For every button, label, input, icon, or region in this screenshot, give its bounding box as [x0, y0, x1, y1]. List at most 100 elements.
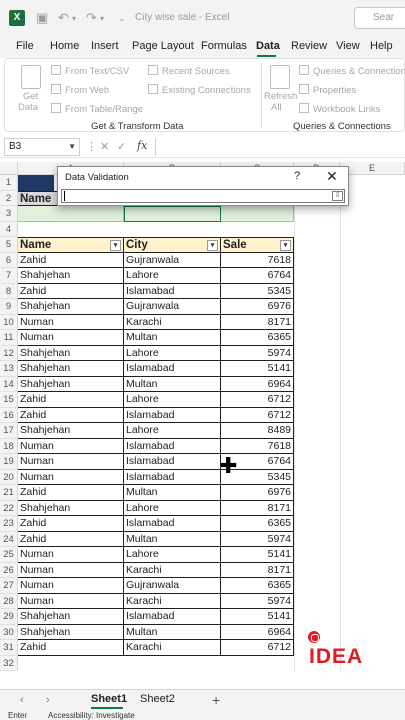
row-header-28[interactable]: 28	[0, 593, 18, 609]
tab-review[interactable]: Review	[291, 40, 327, 52]
undo-dropdown-icon[interactable]: ▾	[72, 14, 76, 23]
table-cell[interactable]: Karachi	[124, 593, 221, 609]
table-cell[interactable]: Zahid	[18, 485, 124, 501]
table-cell[interactable]: Gujranwala	[124, 252, 221, 268]
redo-dropdown-icon[interactable]: ▾	[100, 14, 104, 23]
table-cell[interactable]: 6976	[221, 299, 294, 315]
range-reference-input[interactable]: ⇩	[61, 189, 345, 203]
sheet-tab-sheet1[interactable]: Sheet1	[91, 693, 127, 705]
table-cell[interactable]: Gujranwala	[124, 299, 221, 315]
table-cell[interactable]: Islamabad	[124, 469, 221, 485]
table-cell[interactable]: Karachi	[124, 562, 221, 578]
row-header-15[interactable]: 15	[0, 392, 18, 408]
table-cell[interactable]: 6365	[221, 578, 294, 594]
workbook-links-button[interactable]: Workbook Links	[299, 103, 380, 115]
table-cell[interactable]: Lahore	[124, 345, 221, 361]
row-header-14[interactable]: 14	[0, 376, 18, 392]
table-cell[interactable]: 8489	[221, 423, 294, 439]
from-text-csv-button[interactable]: From Text/CSV	[51, 65, 129, 77]
row-header-5[interactable]: 5	[0, 237, 18, 253]
queries-connections-button[interactable]: Queries & Connections	[299, 65, 405, 77]
row-header-22[interactable]: 22	[0, 500, 18, 516]
row-header-27[interactable]: 27	[0, 578, 18, 594]
table-cell[interactable]: 5974	[221, 593, 294, 609]
more-options-icon[interactable]: ⋮	[86, 140, 97, 153]
filter-dropdown-icon[interactable]: ▾	[280, 240, 291, 251]
table-cell[interactable]: 6712	[221, 407, 294, 423]
table-cell[interactable]: 6964	[221, 624, 294, 640]
table-cell[interactable]: Islamabad	[124, 283, 221, 299]
table-header-cell[interactable]: Name ▾	[18, 237, 124, 253]
input-cell[interactable]	[221, 206, 294, 222]
table-cell[interactable]: Lahore	[124, 500, 221, 516]
table-cell[interactable]: 8171	[221, 562, 294, 578]
tab-help[interactable]: Help	[370, 40, 393, 52]
table-cell[interactable]: Lahore	[124, 392, 221, 408]
row-header-18[interactable]: 18	[0, 438, 18, 454]
table-cell[interactable]: Islamabad	[124, 609, 221, 625]
table-cell[interactable]: Zahid	[18, 392, 124, 408]
chevron-down-icon[interactable]: ▼	[68, 142, 76, 151]
tab-home[interactable]: Home	[50, 40, 79, 52]
table-cell[interactable]: 8171	[221, 314, 294, 330]
table-cell[interactable]: Numan	[18, 438, 124, 454]
row-header-6[interactable]: 6	[0, 252, 18, 268]
filter-dropdown-icon[interactable]: ▾	[110, 240, 121, 251]
refresh-all-button-label2[interactable]: All	[271, 102, 282, 113]
tab-page-layout[interactable]: Page Layout	[132, 40, 194, 52]
table-cell[interactable]: 5141	[221, 361, 294, 377]
spreadsheet-grid[interactable]: ABCDE12345678910111213141516171819202122…	[0, 162, 405, 689]
table-cell[interactable]: Numan	[18, 330, 124, 346]
table-cell[interactable]: Multan	[124, 376, 221, 392]
table-cell[interactable]: 6365	[221, 516, 294, 532]
row-header-26[interactable]: 26	[0, 562, 18, 578]
row-header-7[interactable]: 7	[0, 268, 18, 284]
tab-file[interactable]: File	[16, 40, 34, 52]
table-cell[interactable]: Shahjehan	[18, 423, 124, 439]
row-header-1[interactable]: 1	[0, 175, 18, 191]
table-cell[interactable]: Karachi	[124, 640, 221, 656]
name-box[interactable]: B3 ▼	[4, 138, 80, 156]
table-cell[interactable]: Shahjehan	[18, 361, 124, 377]
help-icon[interactable]: ?	[294, 170, 300, 182]
table-cell[interactable]: Shahjehan	[18, 376, 124, 392]
row-header-10[interactable]: 10	[0, 314, 18, 330]
customize-toolbar-icon[interactable]: ⌄	[118, 13, 126, 24]
previous-sheet-icon[interactable]: ‹	[20, 694, 24, 706]
cancel-icon[interactable]: ✕	[100, 140, 109, 153]
row-header-2[interactable]: 2	[0, 190, 18, 206]
tab-view[interactable]: View	[336, 40, 360, 52]
table-header-cell[interactable]: City ▾	[124, 237, 221, 253]
table-cell[interactable]: Islamabad	[124, 361, 221, 377]
row-header-24[interactable]: 24	[0, 531, 18, 547]
row-header-23[interactable]: 23	[0, 516, 18, 532]
table-cell[interactable]: 6365	[221, 330, 294, 346]
table-cell[interactable]: 6712	[221, 392, 294, 408]
formula-input[interactable]	[155, 138, 405, 156]
sheet-tab-sheet2[interactable]: Sheet2	[140, 693, 175, 705]
get-data-button[interactable]: Get	[23, 91, 38, 102]
row-header-11[interactable]: 11	[0, 330, 18, 346]
table-cell[interactable]: 5141	[221, 609, 294, 625]
add-sheet-icon[interactable]: +	[212, 692, 220, 708]
table-cell[interactable]: Lahore	[124, 268, 221, 284]
from-web-button[interactable]: From Web	[51, 84, 109, 96]
table-cell[interactable]: Karachi	[124, 314, 221, 330]
table-cell[interactable]: Zahid	[18, 531, 124, 547]
table-cell[interactable]: Zahid	[18, 283, 124, 299]
row-header-4[interactable]: 4	[0, 221, 18, 237]
table-cell[interactable]: 7618	[221, 252, 294, 268]
row-header-31[interactable]: 31	[0, 640, 18, 656]
table-cell[interactable]: Numan	[18, 314, 124, 330]
table-cell[interactable]: 6764	[221, 268, 294, 284]
table-cell[interactable]: Zahid	[18, 407, 124, 423]
table-cell[interactable]: Gujranwala	[124, 578, 221, 594]
row-header-32[interactable]: 32	[0, 655, 18, 671]
input-cell[interactable]	[18, 206, 124, 222]
expand-dialog-icon[interactable]: ⇩	[332, 191, 343, 201]
table-cell[interactable]: Multan	[124, 330, 221, 346]
tab-data[interactable]: Data	[256, 40, 280, 52]
properties-button[interactable]: Properties	[299, 84, 356, 96]
enter-check-icon[interactable]: ✓	[117, 140, 126, 153]
row-header-19[interactable]: 19	[0, 454, 18, 470]
